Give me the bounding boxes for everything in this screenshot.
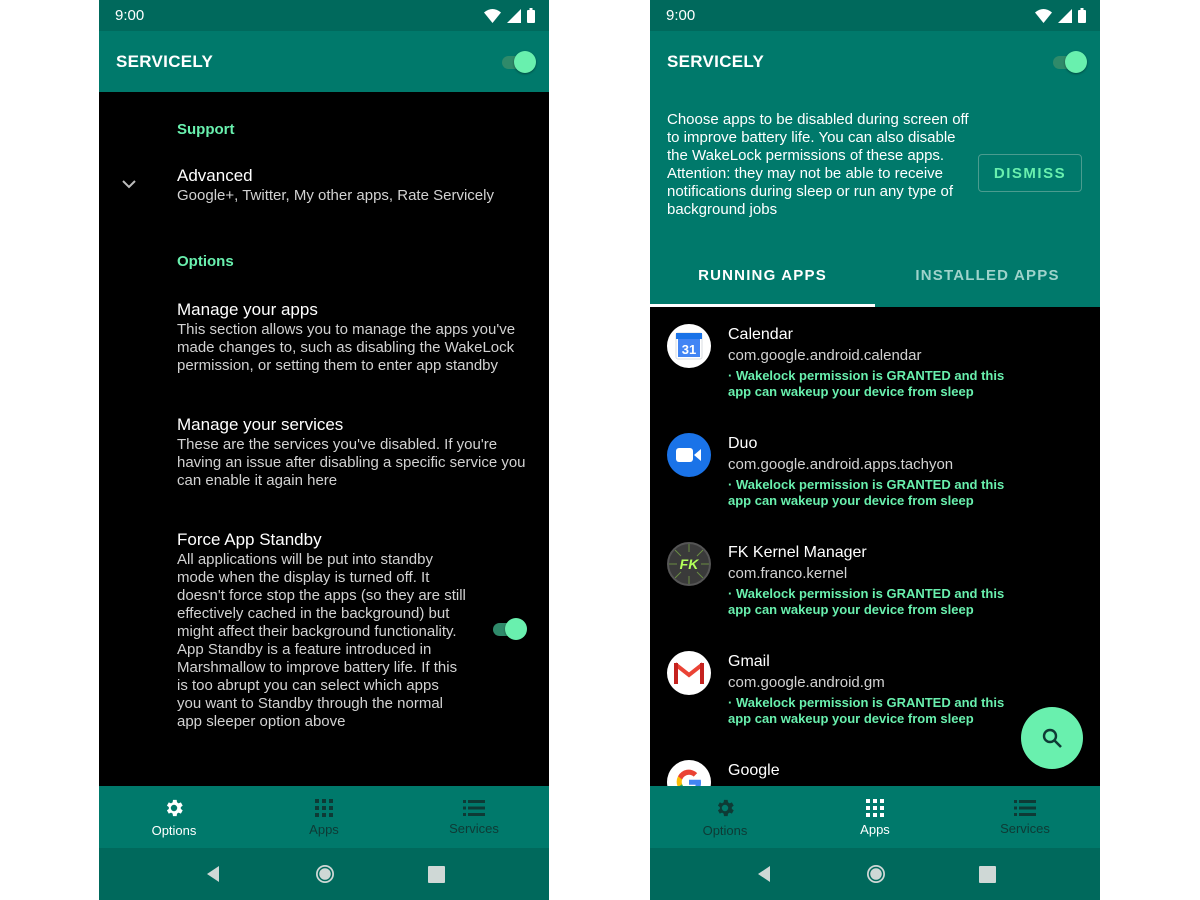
list-icon: [463, 799, 485, 816]
bottom-navigation: Options Apps Services: [650, 786, 1100, 848]
force-standby-title: Force App Standby: [177, 530, 322, 549]
force-standby-summary: All applications will be put into standb…: [177, 551, 466, 730]
bottom-navigation: Options Apps Services: [99, 786, 549, 848]
app-bar: SERVICELY: [99, 31, 549, 92]
search-fab[interactable]: [1021, 707, 1083, 769]
google-icon: [667, 760, 711, 786]
status-icons: [484, 8, 535, 23]
app-name: Google: [728, 762, 780, 779]
nav-services[interactable]: Services: [399, 786, 549, 848]
status-time: 9:00: [666, 7, 696, 24]
nav-services-label: Services: [1000, 820, 1050, 836]
calendar-icon-day: 31: [682, 342, 696, 357]
home-icon[interactable]: [314, 863, 336, 885]
grid-icon: [866, 798, 884, 817]
signal-icon: [1058, 8, 1072, 23]
fk-icon-label: FK: [680, 556, 700, 572]
left-screen: 9:00 SERVICELY Support Advanced Google+,…: [99, 0, 549, 900]
right-screen: 9:00 SERVICELY Choose apps to be disable…: [650, 0, 1100, 900]
nav-services[interactable]: Services: [950, 786, 1100, 848]
info-banner: Choose apps to be disabled during screen…: [650, 92, 1100, 244]
banner-text: Choose apps to be disabled during screen…: [667, 111, 969, 218]
list-item[interactable]: Duo com.google.android.apps.tachyon · Wa…: [650, 416, 1100, 525]
nav-options[interactable]: Options: [99, 786, 249, 848]
app-package: com.franco.kernel: [728, 565, 848, 582]
manage-services-summary: These are the services you've disabled. …: [177, 436, 526, 489]
force-standby-switch[interactable]: [491, 618, 527, 640]
duo-icon: [667, 433, 711, 477]
app-name: Calendar: [728, 326, 793, 343]
app-package: com.google.android.gm: [728, 674, 885, 691]
support-header: Support: [177, 121, 235, 138]
list-icon: [1014, 799, 1036, 816]
gear-icon: [166, 799, 183, 816]
tab-running-apps[interactable]: RUNNING APPS: [650, 244, 875, 307]
wakelock-note: · Wakelock permission is GRANTED and thi…: [728, 695, 1005, 726]
advanced-summary: Google+, Twitter, My other apps, Rate Se…: [177, 187, 494, 204]
back-icon[interactable]: [204, 865, 222, 883]
grid-icon: [315, 798, 333, 817]
nav-options-label: Options: [702, 822, 748, 838]
list-item[interactable]: FK FK Kernel Manager com.franco.kernel ·…: [650, 525, 1100, 634]
fk-icon: FK: [667, 542, 711, 586]
nav-services-label: Services: [449, 820, 499, 836]
manage-services-item[interactable]: Manage your services These are the servi…: [177, 414, 537, 490]
nav-apps-label: Apps: [309, 821, 339, 837]
nav-apps[interactable]: Apps: [800, 786, 950, 848]
wifi-icon: [484, 8, 501, 23]
gear-icon: [717, 799, 734, 816]
battery-icon: [527, 8, 535, 23]
nav-options[interactable]: Options: [650, 786, 800, 848]
system-navigation: [650, 848, 1100, 900]
manage-apps-item[interactable]: Manage your apps This section allows you…: [177, 299, 537, 375]
app-title: SERVICELY: [116, 51, 214, 71]
master-switch[interactable]: [500, 50, 536, 73]
home-icon[interactable]: [865, 863, 887, 885]
app-name: Gmail: [728, 653, 770, 670]
nav-options-label: Options: [151, 822, 197, 838]
wakelock-note: · Wakelock permission is GRANTED and thi…: [728, 477, 1005, 508]
battery-icon: [1078, 8, 1086, 23]
status-bar: 9:00: [99, 0, 549, 31]
system-navigation: [99, 848, 549, 900]
gmail-icon: [667, 651, 711, 695]
status-bar: 9:00: [650, 0, 1100, 31]
advanced-title: Advanced: [177, 166, 253, 185]
chevron-down-icon[interactable]: [121, 178, 137, 190]
app-name: FK Kernel Manager: [728, 544, 867, 561]
app-bar: SERVICELY: [650, 31, 1100, 92]
recents-icon[interactable]: [427, 865, 445, 883]
tab-installed-apps[interactable]: INSTALLED APPS: [875, 244, 1100, 307]
list-item[interactable]: 31 Calendar com.google.android.calendar …: [650, 307, 1100, 416]
recents-icon[interactable]: [978, 865, 996, 883]
app-package: com.google.android.calendar: [728, 347, 922, 364]
options-header: Options: [177, 253, 234, 270]
wakelock-note: · Wakelock permission is GRANTED and thi…: [728, 586, 1005, 617]
status-icons: [1035, 8, 1086, 23]
calendar-icon: 31: [667, 324, 711, 368]
manage-apps-title: Manage your apps: [177, 300, 318, 319]
back-icon[interactable]: [755, 865, 773, 883]
force-standby-item[interactable]: Force App Standby All applications will …: [177, 529, 467, 731]
app-package: com.google.android.apps.tachyon: [728, 456, 954, 473]
dismiss-button[interactable]: DISMISS: [978, 154, 1082, 192]
manage-services-title: Manage your services: [177, 415, 344, 434]
signal-icon: [507, 8, 521, 23]
app-name: Duo: [728, 435, 758, 452]
preferences-list: Support Advanced Google+, Twitter, My ot…: [99, 92, 549, 786]
nav-apps-label: Apps: [860, 821, 890, 837]
search-icon: [1042, 728, 1062, 748]
status-time: 9:00: [115, 7, 145, 24]
manage-apps-summary: This section allows you to manage the ap…: [177, 321, 516, 374]
nav-apps[interactable]: Apps: [249, 786, 399, 848]
tab-bar: RUNNING APPS INSTALLED APPS: [650, 244, 1100, 307]
wifi-icon: [1035, 8, 1052, 23]
app-title: SERVICELY: [667, 51, 765, 71]
advanced-item[interactable]: Advanced Google+, Twitter, My other apps…: [177, 165, 537, 205]
wakelock-note: · Wakelock permission is GRANTED and thi…: [728, 368, 1005, 399]
master-switch[interactable]: [1051, 50, 1087, 73]
